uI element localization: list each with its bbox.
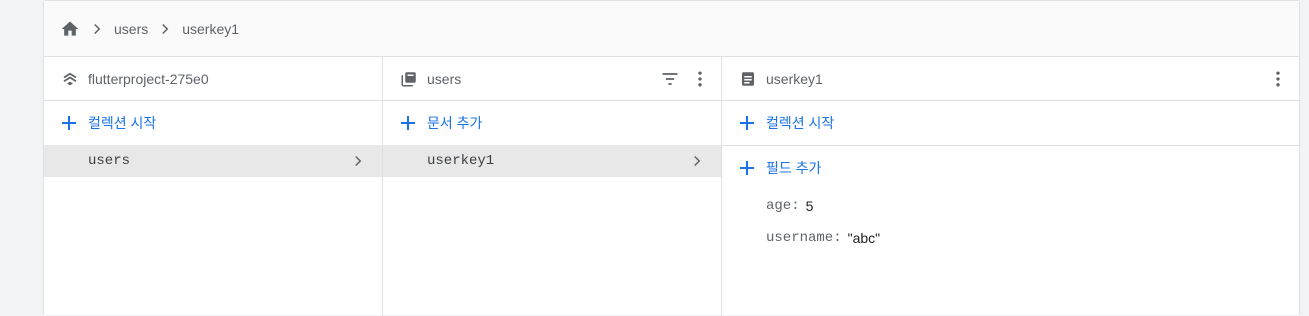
firestore-data-panel: users userkey1 flutterproject-275e0 컬렉션 … bbox=[43, 0, 1300, 316]
chevron-right-icon bbox=[88, 19, 106, 39]
field-value: 5 bbox=[805, 198, 814, 214]
plus-icon bbox=[60, 114, 78, 132]
collection-title: users bbox=[427, 70, 462, 87]
document-column-header: userkey1 bbox=[722, 57, 1299, 101]
more-vert-icon[interactable] bbox=[689, 68, 711, 90]
project-title: flutterproject-275e0 bbox=[88, 70, 209, 87]
start-subcollection-button[interactable]: 컬렉션 시작 bbox=[722, 101, 1299, 146]
home-icon[interactable] bbox=[60, 19, 80, 39]
data-columns: flutterproject-275e0 컬렉션 시작 users users … bbox=[44, 57, 1299, 316]
document-icon bbox=[739, 70, 757, 88]
collection-icon bbox=[400, 70, 418, 88]
start-collection-label: 컬렉션 시작 bbox=[88, 115, 157, 131]
collection-column-header: users bbox=[383, 57, 721, 101]
filter-icon[interactable] bbox=[659, 68, 681, 90]
document-title: userkey1 bbox=[766, 70, 823, 87]
document-column: userkey1 컬렉션 시작 필드 추가 age: 5 username:… bbox=[722, 57, 1299, 316]
chevron-right-icon bbox=[348, 151, 368, 171]
document-name: userkey1 bbox=[427, 153, 495, 169]
project-column: flutterproject-275e0 컬렉션 시작 users bbox=[44, 57, 383, 316]
breadcrumb-item-users[interactable]: users bbox=[114, 21, 148, 37]
breadcrumb: users userkey1 bbox=[44, 1, 1299, 57]
collection-column: users 문서 추가 userkey1 bbox=[383, 57, 722, 316]
plus-icon bbox=[738, 159, 756, 177]
field-row-age[interactable]: age: 5 bbox=[722, 190, 1299, 222]
firestore-stack-icon bbox=[61, 70, 79, 88]
add-document-label: 문서 추가 bbox=[427, 115, 483, 131]
project-column-header: flutterproject-275e0 bbox=[44, 57, 382, 101]
field-key: username bbox=[766, 230, 834, 246]
field-colon: : bbox=[791, 198, 800, 214]
start-subcollection-label: 컬렉션 시작 bbox=[766, 115, 835, 131]
field-value: "abc" bbox=[847, 230, 881, 246]
field-key: age bbox=[766, 198, 792, 214]
plus-icon bbox=[399, 114, 417, 132]
field-colon: : bbox=[833, 230, 842, 246]
chevron-right-icon bbox=[687, 151, 707, 171]
plus-icon bbox=[738, 114, 756, 132]
breadcrumb-item-userkey1[interactable]: userkey1 bbox=[182, 21, 239, 37]
document-tools bbox=[1267, 57, 1289, 101]
collection-tools bbox=[659, 57, 711, 101]
add-field-label: 필드 추가 bbox=[766, 160, 822, 176]
more-vert-icon[interactable] bbox=[1267, 68, 1289, 90]
collection-list-item[interactable]: users bbox=[44, 145, 382, 177]
document-list-item[interactable]: userkey1 bbox=[383, 145, 721, 177]
start-collection-button[interactable]: 컬렉션 시작 bbox=[44, 101, 382, 145]
collection-name: users bbox=[88, 153, 131, 169]
chevron-right-icon bbox=[156, 19, 174, 39]
field-row-username[interactable]: username: "abc" bbox=[722, 222, 1299, 254]
add-document-button[interactable]: 문서 추가 bbox=[383, 101, 721, 145]
add-field-button[interactable]: 필드 추가 bbox=[722, 146, 1299, 190]
